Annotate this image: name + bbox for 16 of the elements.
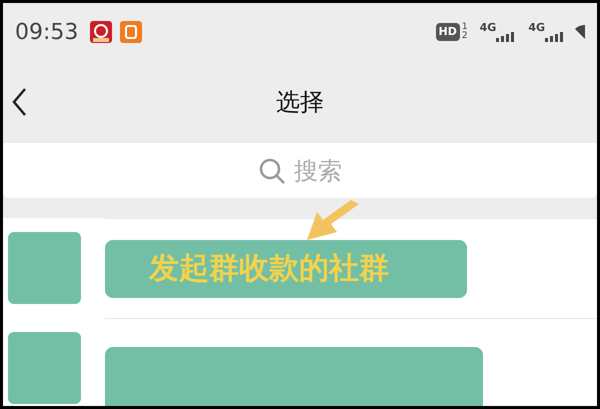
network-type: 4G	[480, 22, 496, 34]
signal-icon	[545, 32, 565, 42]
sim-number: 2	[462, 32, 468, 41]
app-icon	[90, 21, 112, 43]
page-title: 选择	[276, 87, 324, 118]
annotation-text: 发起群收款的社群	[149, 250, 389, 288]
network-type: 4G	[528, 22, 545, 34]
wifi-icon	[573, 23, 585, 41]
hd-badge: HD	[436, 23, 460, 41]
search-icon	[258, 156, 286, 184]
clock: 09:53	[15, 18, 78, 46]
search-field[interactable]: 搜索	[3, 143, 597, 198]
back-icon[interactable]	[11, 87, 27, 117]
signal-icon	[496, 32, 516, 42]
app-icon	[120, 21, 142, 43]
sim-number: 1	[462, 23, 468, 32]
